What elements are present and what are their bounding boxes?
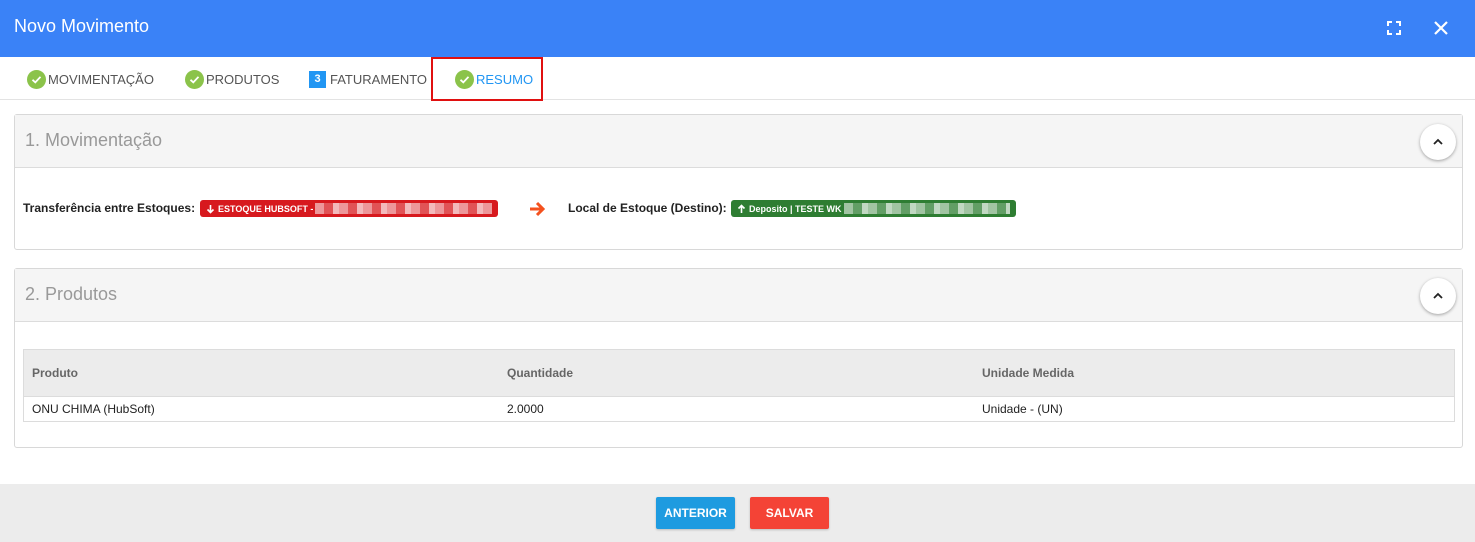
modal-header: Novo Movimento [0, 0, 1475, 57]
panel-header: 2. Produtos [15, 269, 1462, 322]
tab-label: MOVIMENTAÇÃO [48, 71, 154, 87]
redacted-text [843, 203, 1010, 214]
arrow-right-icon [527, 199, 547, 224]
step-number-badge: 3 [309, 70, 326, 88]
destination-label: Local de Estoque (Destino): [568, 201, 727, 215]
fullscreen-icon[interactable] [1381, 15, 1407, 41]
panel-header: 1. Movimentação [15, 115, 1462, 168]
table-row: ONU CHIMA (HubSoft) 2.0000 Unidade - (UN… [23, 396, 1455, 422]
column-header-quantidade: Quantidade [499, 349, 974, 397]
column-header-unidade-medida: Unidade Medida [974, 349, 1455, 397]
tab-label: PRODUTOS [206, 71, 280, 87]
origin-stock-badge: ESTOQUE HUBSOFT - [200, 200, 498, 217]
panel-title: 1. Movimentação [25, 130, 163, 150]
cell-unidade-medida: Unidade - (UN) [974, 396, 1455, 422]
panel-title: 2. Produtos [25, 284, 118, 304]
check-circle-icon [27, 69, 46, 89]
close-icon[interactable] [1428, 15, 1454, 41]
wizard-tabs: MOVIMENTAÇÃO PRODUTOS 3 FATURAMENTO RESU… [0, 57, 1475, 100]
modal-footer: ANTERIOR SALVAR [0, 484, 1475, 542]
tab-produtos[interactable]: PRODUTOS [185, 69, 279, 89]
collapse-button[interactable] [1420, 124, 1456, 160]
destination-stock-text: Deposito | TESTE WK [749, 203, 842, 214]
save-button[interactable]: SALVAR [750, 497, 829, 529]
modal-title: Novo Movimento [14, 16, 150, 36]
tab-movimentacao[interactable]: MOVIMENTAÇÃO [27, 69, 154, 89]
chevron-up-icon [1433, 292, 1443, 299]
origin-stock-text: ESTOQUE HUBSOFT - [218, 203, 314, 214]
previous-button[interactable]: ANTERIOR [656, 497, 735, 529]
active-tab-highlight [431, 57, 543, 101]
check-circle-icon [185, 69, 204, 89]
arrow-up-icon [737, 203, 746, 213]
table-header-row: Produto Quantidade Unidade Medida [23, 349, 1455, 397]
cell-produto: ONU CHIMA (HubSoft) [23, 396, 499, 422]
panel-produtos: 2. Produtos Produto Quantidade Unidade M… [14, 268, 1463, 448]
origin-label: Transferência entre Estoques: [23, 201, 196, 215]
panel-movimentacao: 1. Movimentação Transferência entre Esto… [14, 114, 1463, 250]
tab-faturamento[interactable]: 3 FATURAMENTO [309, 69, 427, 89]
redacted-text [315, 203, 492, 214]
column-header-produto: Produto [23, 349, 499, 397]
destination-stock-badge: Deposito | TESTE WK [731, 200, 1016, 217]
collapse-button[interactable] [1420, 278, 1456, 314]
chevron-up-icon [1433, 138, 1443, 145]
tab-label: FATURAMENTO [330, 71, 428, 87]
cell-quantidade: 2.0000 [499, 396, 974, 422]
products-table: Produto Quantidade Unidade Medida ONU CH… [23, 349, 1455, 422]
arrow-down-icon [206, 204, 215, 214]
